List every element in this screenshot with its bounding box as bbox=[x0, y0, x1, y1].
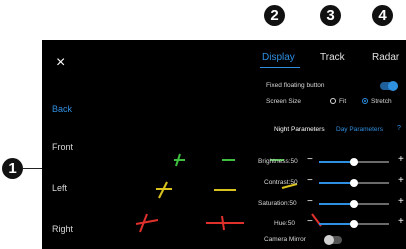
menu-item-front[interactable]: Front bbox=[52, 142, 73, 152]
hue-label: Hue:50 bbox=[274, 220, 295, 227]
saturation-slider-fill bbox=[319, 203, 354, 205]
contrast-plus-button[interactable]: + bbox=[398, 175, 404, 186]
toggle-knob bbox=[388, 81, 398, 91]
fixed-floating-button-toggle[interactable] bbox=[380, 81, 398, 91]
screen-size-label: Screen Size bbox=[266, 98, 302, 105]
screen-size-stretch-radio[interactable] bbox=[362, 98, 368, 104]
contrast-minus-button[interactable]: − bbox=[307, 175, 313, 186]
callout-1: 1 bbox=[2, 158, 23, 179]
saturation-slider[interactable] bbox=[319, 200, 389, 208]
brightness-minus-button[interactable]: − bbox=[307, 154, 313, 165]
screen-size-fit-radio[interactable] bbox=[330, 98, 336, 104]
screen-size-stretch-label: Stretch bbox=[371, 98, 392, 105]
camera-settings-screen: × Back Front Left Right Display Track Ra… bbox=[42, 40, 406, 249]
contrast-label: Contrast:50 bbox=[264, 179, 298, 186]
saturation-label: Saturation:50 bbox=[258, 200, 297, 207]
menu-item-right[interactable]: Right bbox=[52, 224, 73, 234]
hue-slider-fill bbox=[319, 223, 354, 225]
tab-day-parameters[interactable]: Day Parameters bbox=[336, 126, 383, 133]
close-icon[interactable]: × bbox=[56, 54, 65, 72]
screen-size-fit-label: Fit bbox=[339, 98, 347, 105]
saturation-plus-button[interactable]: + bbox=[398, 196, 404, 207]
tab-track[interactable]: Track bbox=[320, 52, 345, 63]
menu-item-left[interactable]: Left bbox=[52, 183, 67, 193]
hue-slider-knob[interactable] bbox=[350, 220, 358, 228]
contrast-slider[interactable] bbox=[319, 179, 389, 187]
brightness-label: Brightness:50 bbox=[258, 158, 298, 165]
fixed-floating-button-label: Fixed floating button bbox=[266, 82, 325, 89]
contrast-slider-fill bbox=[319, 182, 354, 184]
hue-plus-button[interactable]: + bbox=[398, 216, 404, 227]
callout-2: 2 bbox=[264, 5, 285, 26]
brightness-slider-knob[interactable] bbox=[350, 158, 358, 166]
brightness-slider-fill bbox=[319, 161, 354, 163]
callout-3: 3 bbox=[320, 5, 341, 26]
brightness-plus-button[interactable]: + bbox=[398, 154, 404, 165]
parking-guide-lines bbox=[135, 153, 322, 233]
brightness-slider[interactable] bbox=[319, 158, 389, 166]
tab-display[interactable]: Display bbox=[262, 52, 295, 63]
camera-mirror-label: Camera Mirror bbox=[264, 236, 306, 243]
tab-radar[interactable]: Radar bbox=[372, 52, 399, 63]
hue-slider[interactable] bbox=[319, 220, 389, 228]
tab-display-underline bbox=[260, 67, 300, 68]
callout-4: 4 bbox=[372, 5, 393, 26]
hue-minus-button[interactable]: − bbox=[307, 216, 313, 227]
saturation-slider-knob[interactable] bbox=[350, 200, 358, 208]
contrast-slider-knob[interactable] bbox=[350, 179, 358, 187]
camera-mirror-toggle[interactable] bbox=[324, 235, 342, 245]
tab-night-parameters[interactable]: Night Parameters bbox=[274, 126, 325, 133]
toggle-knob bbox=[324, 235, 334, 245]
menu-item-back[interactable]: Back bbox=[52, 104, 72, 114]
help-icon[interactable]: ? bbox=[397, 125, 401, 132]
saturation-minus-button[interactable]: − bbox=[307, 196, 313, 207]
